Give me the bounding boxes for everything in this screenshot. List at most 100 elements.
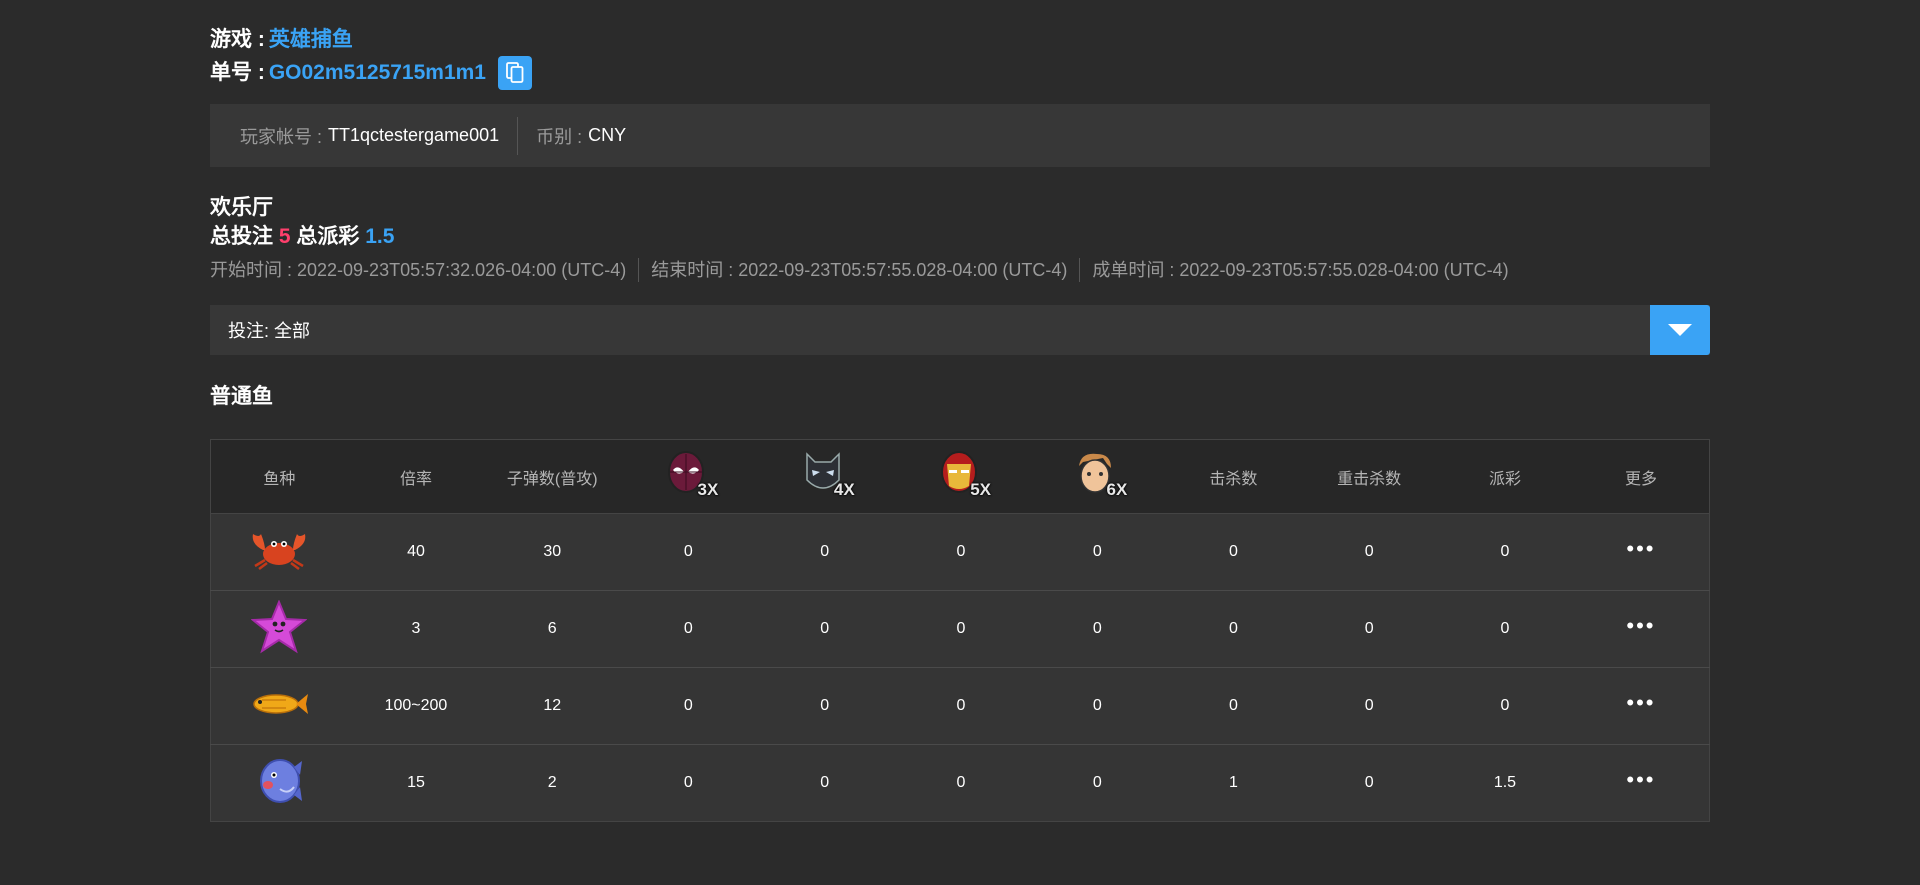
hero-3-cell: 0 [892,744,1030,822]
divider [517,116,519,155]
col-hero-3: 5X [892,439,1030,514]
more-button[interactable]: ••• [1626,767,1655,792]
hero-3-cell: 0 [956,543,966,560]
multiplier-cell: 3 [347,590,485,668]
copy-icon [506,62,524,83]
hero-4-multiplier: 6X [1106,480,1128,499]
currency-value: CNY [588,125,627,145]
bet-filter-dropdown[interactable]: 投注: 全部 [210,305,1710,355]
fish-table: 鱼种 倍率 子弹数(普攻) 3X 4X 5X 6X 击杀数 重击杀数 派彩 更多… [210,439,1710,822]
total-payout-value: 1.5 [365,225,395,248]
end-time: 结束时间 : 2022-09-23T05:57:55.028-04:00 (UT… [651,260,1068,280]
hero-2-cell: 0 [756,667,893,745]
table-row: 3 6 0 0 0 0 0 0 0 ••• [210,590,1710,668]
kills-cell: 0 [1165,667,1302,745]
room-name: 欢乐厅 [210,196,273,219]
hero-1-multiplier: 3X [697,480,719,499]
dropdown-button[interactable] [1650,305,1710,355]
order-line: 单号 : GO02m5125715m1m1 [210,56,1710,90]
order-label: 单号 : [210,61,265,84]
bullets-cell: 6 [484,590,621,668]
hero-2-cell: 0 [756,590,893,668]
bet-detail-page: 游戏 : 英雄捕鱼 单号 : GO02m5125715m1m1 玩家帐号 : T… [210,24,1710,822]
more-cell: ••• [1573,514,1710,591]
player-label: 玩家帐号 : [240,126,323,147]
heavy-kills-cell: 0 [1301,744,1438,822]
fish-cell [210,590,348,668]
start-time: 开始时间 : 2022-09-23T05:57:32.026-04:00 (UT… [210,260,627,280]
game-label: 游戏 : [210,28,265,51]
copy-button[interactable] [498,56,532,90]
total-bet-label: 总投注 [210,225,273,248]
col-multiplier: 倍率 [347,439,485,514]
hero-4-cell: 0 [1029,667,1166,745]
section-title: 普通鱼 [210,385,273,408]
fish-cell [211,514,348,591]
col-fish: 鱼种 [210,439,348,514]
multiplier-cell: 100~200 [347,667,485,745]
settle-time: 成单时间 : 2022-09-23T05:57:55.028-04:00 (UT… [1092,260,1509,280]
panther-hero-icon: 4X [801,450,855,499]
table-header-row: 鱼种 倍率 子弹数(普攻) 3X 4X 5X 6X 击杀数 重击杀数 派彩 更多 [210,439,1710,514]
golden-fish-icon [253,693,309,714]
crab-icon [253,533,306,570]
multiplier-cell: 40 [407,543,425,560]
hero-4-cell: 0 [1092,543,1102,560]
kills-cell: 0 [1228,543,1238,560]
iron-hero-icon: 5X [937,450,991,499]
heavy-kills-cell: 0 [1301,590,1438,668]
payout-cell: 0 [1437,667,1573,745]
game-line: 游戏 : 英雄捕鱼 [210,24,1710,56]
spider-hero-icon: 3X [664,450,718,499]
more-cell: ••• [1572,667,1710,745]
col-hero-2: 4X [756,439,893,514]
payout-cell: 1.5 [1437,744,1573,822]
bullets-cell: 2 [484,744,621,822]
more-button[interactable]: ••• [1626,690,1655,715]
chevron-down-icon [1668,324,1692,336]
heavy-kills-cell: 0 [1301,667,1438,745]
col-heavy-kills: 重击杀数 [1301,439,1438,514]
totals-line: 总投注 5 总派彩 1.5 [210,222,1710,251]
hero-4-cell: 0 [1029,744,1166,822]
bullets-cell: 30 [543,543,562,560]
fish-cell [210,667,348,745]
table-row: 40 30 0 0 0 0 0 0 0 ••• [210,513,1710,591]
captain-hero-icon: 6X [1073,450,1127,499]
more-button[interactable]: ••• [1626,536,1655,561]
hero-1-cell: 0 [620,667,757,745]
hero-2-cell: 0 [756,744,893,822]
game-name: 英雄捕鱼 [268,28,353,51]
order-id: GO02m5125715m1m1 [268,61,486,84]
heavy-kills-cell: 0 [1364,543,1374,560]
fish-cell [210,744,348,822]
divider [638,258,640,282]
hero-3-cell: 0 [892,667,1030,745]
col-more: 更多 [1572,439,1710,514]
kills-cell: 0 [1165,590,1302,668]
bullets-cell: 12 [484,667,621,745]
hero-3-multiplier: 5X [970,480,991,499]
more-cell: ••• [1572,590,1710,668]
table-row: 15 2 0 0 0 0 1 0 1.5 ••• [210,744,1710,822]
divider [1079,258,1081,282]
total-bet-value: 5 [278,225,291,248]
payout-cell: 0 [1437,590,1573,668]
starfish-icon [250,598,309,653]
col-payout: 派彩 [1437,439,1573,514]
hero-2-cell: 0 [820,543,830,560]
more-button[interactable]: ••• [1626,613,1655,638]
player-info-bar: 玩家帐号 : TT1qctestergame001 币别 : CNY [210,104,1710,167]
hero-1-cell: 0 [683,543,693,560]
player-account: TT1qctestergame001 [328,125,500,145]
currency-label: 币别 : [536,126,583,147]
total-payout-label: 总派彩 [296,225,360,248]
hero-2-multiplier: 4X [833,480,855,499]
hero-3-cell: 0 [892,590,1030,668]
table-row: 100~200 12 0 0 0 0 0 0 0 ••• [210,667,1710,745]
pufferfish-icon [260,758,303,803]
time-info: 开始时间 : 2022-09-23T05:57:32.026-04:00 (UT… [210,257,1710,283]
col-kills: 击杀数 [1165,439,1302,514]
col-hero-1: 3X [620,439,757,514]
col-hero-4: 6X [1029,439,1166,514]
